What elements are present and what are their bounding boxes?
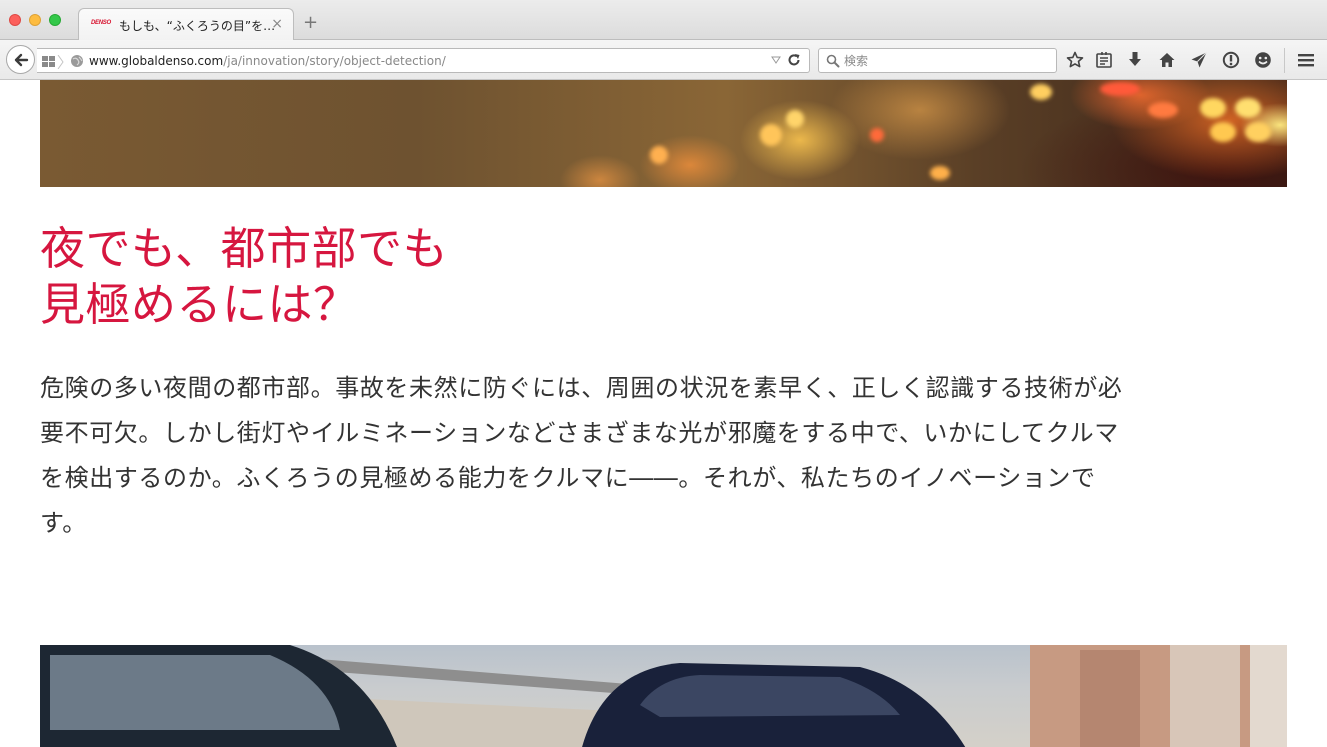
headline-line: 夜でも、都市部でも <box>40 222 449 275</box>
download-icon[interactable] <box>1126 51 1144 69</box>
url-history-dropdown-icon[interactable] <box>771 56 781 64</box>
light-blob <box>1030 84 1052 100</box>
search-icon <box>826 54 840 68</box>
bookmark-star-icon[interactable] <box>1066 51 1084 69</box>
url-text[interactable]: www.globaldenso.com/ja/innovation/story/… <box>89 54 446 68</box>
url-bar[interactable]: www.globaldenso.com/ja/innovation/story/… <box>37 48 810 73</box>
paragraph-line: 要不可欠。しかし街灯やイルミネーションなどさまざまな光が邪魔をする中で、いかにし… <box>40 419 1119 447</box>
headlight-blob <box>1245 122 1271 142</box>
light-blob <box>650 146 668 164</box>
browser-tab-active[interactable]: DENSO もしも、“ふくろうの目”を… × <box>78 8 294 41</box>
url-path: /ja/innovation/story/object-detection/ <box>223 54 446 68</box>
reading-list-icon[interactable] <box>1095 51 1113 69</box>
reload-icon[interactable] <box>787 53 801 67</box>
headlight-blob <box>1235 98 1261 118</box>
tab-close-icon[interactable]: × <box>271 16 283 32</box>
globe-icon <box>71 55 83 67</box>
window-minimize-button[interactable] <box>29 14 41 26</box>
tab-title: もしも、“ふくろうの目”を… <box>119 19 276 33</box>
search-input[interactable] <box>844 52 1044 69</box>
paragraph-line: す。 <box>40 509 87 537</box>
headline: 夜でも、都市部でも 見極めるには？ <box>40 221 448 333</box>
hero-image-night-traffic <box>40 80 1287 187</box>
new-tab-plus-icon[interactable]: + <box>303 14 318 32</box>
paragraph-line: 危険の多い夜間の都市部。事故を未然に防ぐには、周囲の状況を素早く、正しく認識する… <box>40 374 1123 402</box>
paragraph-line: を検出するのか。ふくろうの見極める能力をクルマに――。それが、私たちのイノベーシ… <box>40 464 1096 492</box>
taillight-blob <box>1148 102 1178 118</box>
light-blob <box>870 128 884 142</box>
tab-groups-icon[interactable] <box>42 55 64 69</box>
back-arrow-icon <box>14 53 29 67</box>
navigation-toolbar: www.globaldenso.com/ja/innovation/story/… <box>0 40 1327 80</box>
info-icon[interactable] <box>1222 51 1240 69</box>
denso-favicon-icon: DENSO <box>91 20 111 26</box>
back-button[interactable] <box>6 45 35 74</box>
city-cars-illustration <box>40 645 1287 747</box>
light-blob <box>930 166 950 180</box>
window-close-button[interactable] <box>9 14 21 26</box>
intro-paragraph: 危険の多い夜間の都市部。事故を未然に防ぐには、周囲の状況を素早く、正しく認識する… <box>40 366 1280 546</box>
headlight-blob <box>1210 122 1236 142</box>
smiley-icon[interactable] <box>1254 51 1272 69</box>
page-content: 夜でも、都市部でも 見極めるには？ 危険の多い夜間の都市部。事故を未然に防ぐには… <box>0 80 1327 747</box>
window-maximize-button[interactable] <box>49 14 61 26</box>
send-icon[interactable] <box>1190 51 1208 69</box>
search-bar[interactable] <box>818 48 1057 73</box>
hero-image-city-cars <box>40 645 1287 747</box>
light-blob <box>760 124 782 146</box>
toolbar-separator <box>1284 48 1285 73</box>
home-icon[interactable] <box>1158 51 1176 69</box>
headline-line: 見極めるには？ <box>40 278 359 331</box>
taillight-blob <box>1100 82 1140 96</box>
url-host: www.globaldenso.com <box>89 54 224 68</box>
headlight-blob <box>1200 98 1226 118</box>
light-blob <box>786 110 804 128</box>
window-titlebar: DENSO もしも、“ふくろうの目”を… × + <box>0 0 1327 41</box>
menu-icon[interactable] <box>1297 51 1315 69</box>
